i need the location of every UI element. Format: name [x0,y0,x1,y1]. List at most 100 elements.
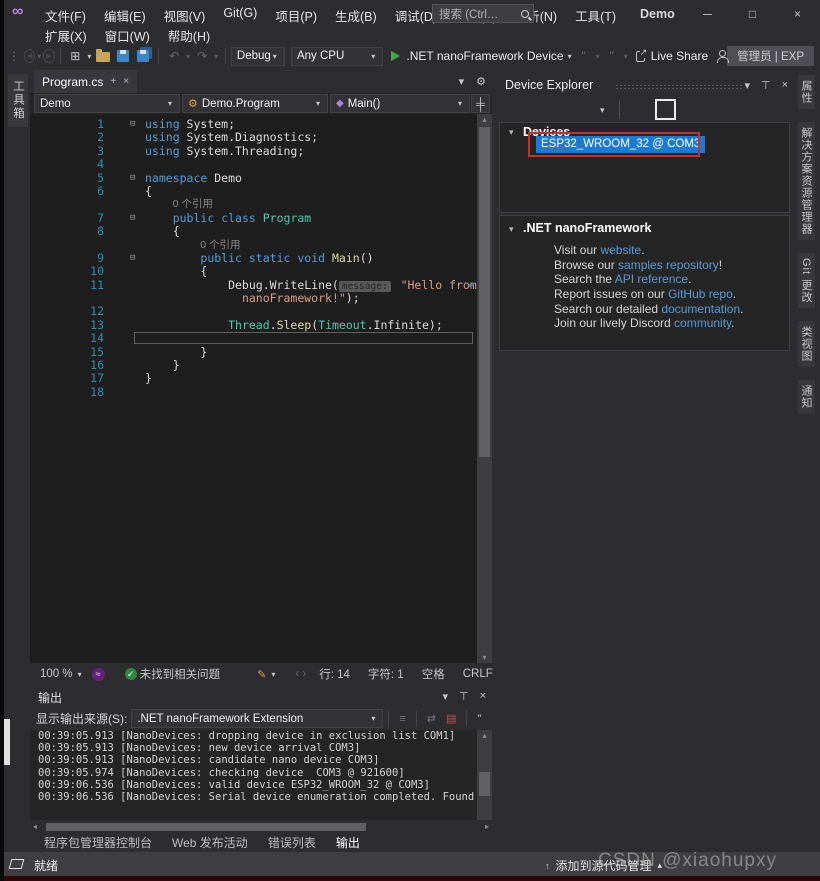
toggle-autoscroll-icon[interactable]: " [477,713,481,725]
devices-expand-icon[interactable]: ▾ [509,127,514,138]
run-target-dropdown-icon[interactable]: ▾ [568,52,572,61]
spaces-indicator[interactable]: 空格 [422,666,445,682]
maximize-button[interactable]: □ [730,0,775,27]
profiler-dropdown-icon[interactable]: ▾ [624,52,628,61]
scroll-up-icon[interactable]: ▴ [477,115,492,124]
codelens-status-icon[interactable]: ≈ [91,667,105,681]
new-project-icon[interactable]: ⊞ [67,46,83,66]
editor-options-gear-icon[interactable]: ⚙ [476,75,486,88]
scroll-left-icon[interactable]: ◂ [33,822,37,831]
info-link[interactable]: documentation [661,302,740,316]
menu-item[interactable]: 生成(B) [326,4,386,27]
code-row[interactable]: 14 [30,331,477,345]
panel-close-icon[interactable]: × [782,79,788,92]
fold-marker-icon[interactable]: ⊟ [104,212,145,225]
code-row[interactable]: 2 using System.Diagnostics; [30,130,477,144]
info-link[interactable]: API reference [615,272,688,286]
start-debugging-icon[interactable] [391,51,401,61]
output-horizontal-scrollbar[interactable]: ◂ ▸ [30,820,492,833]
info-link[interactable]: community [674,316,731,330]
feedback-person-icon[interactable] [716,49,730,63]
panel-close-icon[interactable]: × [480,690,486,703]
code-row[interactable]: 12 [30,305,477,319]
code-cleanup-button[interactable]: ✎ ▾ [257,668,277,681]
code-row[interactable]: 0 个引用 [30,198,477,211]
close-button[interactable]: × [775,0,820,27]
bottom-tab-输出[interactable]: 输出 [327,833,368,853]
info-link[interactable]: samples repository [618,258,719,272]
output-log[interactable]: 00:39:05.913 [NanoDevices: dropping devi… [30,730,477,820]
nav-member-combo[interactable]: ◆ Main() ▾ [330,94,470,113]
solution-platform-combo[interactable]: Any CPU ▾ [290,46,384,66]
code-row[interactable]: 17} [30,372,477,386]
codelens-references[interactable]: 0 个引用 [145,198,213,211]
eol-indicator[interactable]: CRLF [463,668,493,680]
panel-drag-grip[interactable] [615,84,743,90]
live-share-icon[interactable] [635,46,648,62]
nanoframework-header[interactable]: .NET nanoFramework [523,221,652,235]
editor-vertical-scrollbar[interactable]: ▴ ▾ [477,114,492,663]
bottom-tab-Web 发布活动[interactable]: Web 发布活动 [164,833,256,853]
panel-dropdown-icon[interactable]: ▾ [744,79,750,92]
fold-marker-icon[interactable]: ⊟ [104,252,145,265]
code-row[interactable]: 1 ⊟ using System; [30,117,477,131]
code-row[interactable]: 10 { [30,264,477,278]
code-row[interactable]: 15 } [30,345,477,359]
right-vertical-tab-解决方案资源管理器[interactable]: 解决方案资源管理器 [798,122,815,240]
code-row[interactable]: 11 Debug.WriteLine(message: "Hello from ↩ [30,278,477,292]
info-link[interactable]: GitHub repo [668,287,733,301]
code-row[interactable]: 13 Thread.Sleep(Timeout.Infinite); [30,318,477,332]
close-tab-icon[interactable]: × [123,76,129,87]
fold-marker-icon[interactable]: ⊟ [104,172,145,185]
save-all-icon[interactable] [135,46,151,66]
right-vertical-tab-Git 更改[interactable]: Git 更改 [798,253,815,309]
bottom-tab-错误列表[interactable]: 错误列表 [260,833,324,853]
nav-type-combo[interactable]: ⚙ Demo.Program ▾ [182,94,328,113]
code-row[interactable]: 3 using System.Threading; [30,144,477,158]
menu-item[interactable]: 工具(T) [566,4,625,27]
code-row[interactable]: 6{ [30,184,477,198]
scroll-right-icon[interactable]: ▸ [485,822,489,831]
new-project-dropdown-icon[interactable]: ▾ [87,52,91,61]
clear-all-icon[interactable]: ▤ [446,712,456,725]
wrap-toggle-icon[interactable]: ⇄ [427,712,436,725]
open-file-icon[interactable] [95,46,111,66]
output-source-combo[interactable]: .NET nanoFramework Extension ▾ [131,709,384,728]
minimize-button[interactable]: ─ [685,0,730,27]
device-toolbar-button[interactable] [655,99,676,120]
code-row[interactable]: 16 } [30,358,477,372]
nanoframework-expand-icon[interactable]: ▾ [509,224,514,235]
hot-reload-dropdown-icon[interactable]: ▾ [596,52,600,61]
live-share-label[interactable]: Live Share [651,49,708,63]
code-editor-surface[interactable]: 1 ⊟ using System; 2 using System.Diagnostics… [30,114,492,663]
device-toolbar-dropdown-icon[interactable]: ▾ [600,105,605,116]
undo-dropdown-icon[interactable]: ▾ [186,52,190,61]
output-vertical-scrollbar[interactable]: ▴ [477,730,492,820]
panel-pin-icon[interactable]: ⊤ [459,690,469,703]
code-row[interactable]: nanoFramework!"); [30,291,477,305]
line-indicator[interactable]: 行: 14 [319,666,350,682]
fold-marker-icon[interactable]: ⊟ [104,118,145,131]
panel-dropdown-icon[interactable]: ▾ [442,690,448,703]
code-row[interactable]: 8 { [30,224,477,238]
run-target-label[interactable]: .NET nanoFramework Device [406,49,563,63]
code-row[interactable]: 9 ⊟ public static void Main() [30,251,477,265]
code-row[interactable]: 7 ⊟ public class Program [30,211,477,225]
document-tab-programcs[interactable]: Program.cs + × [34,70,138,93]
background-tasks-icon[interactable] [8,859,25,869]
right-vertical-tab-属性[interactable]: 属性 [798,75,815,109]
pin-tab-icon[interactable]: + [110,76,116,87]
menu-item[interactable]: Git(G) [214,4,266,27]
codelens-references[interactable]: 0 个引用 [145,239,240,252]
right-vertical-tab-通知[interactable]: 通知 [798,380,815,415]
redo-icon[interactable]: ↷ [194,46,210,66]
nav-project-combo[interactable]: Demo ▾ [34,94,180,113]
scroll-down-icon[interactable]: ▾ [477,653,492,662]
bottom-tab-程序包管理器控制台[interactable]: 程序包管理器控制台 [36,833,160,853]
right-vertical-tab-类视图[interactable]: 类视图 [798,321,815,368]
hot-reload-icon[interactable]: " [576,46,592,66]
toolbox-vertical-tab[interactable]: 工具箱 [8,74,28,127]
navigate-back-dropdown-icon[interactable]: ▾ [37,52,41,61]
panel-pin-icon[interactable]: ⊤ [761,79,771,92]
redo-dropdown-icon[interactable]: ▾ [214,52,218,61]
